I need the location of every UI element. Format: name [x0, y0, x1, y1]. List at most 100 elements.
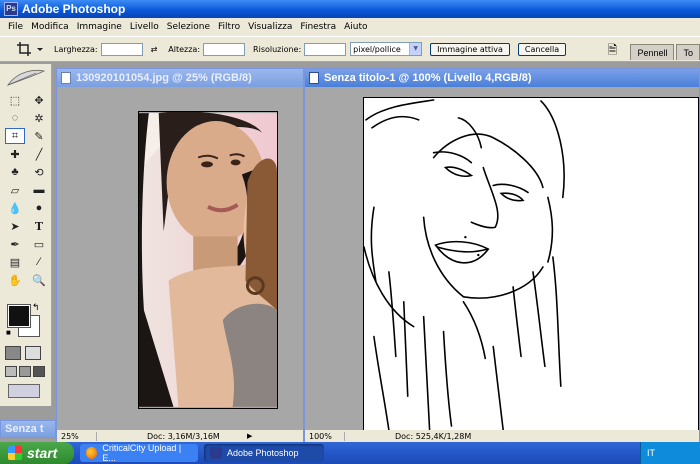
path-selection-tool-icon[interactable]: ➤ — [5, 218, 25, 234]
swap-icon[interactable]: ⇄ — [151, 45, 158, 54]
chevron-down-icon: ▼ — [409, 43, 422, 55]
slice-tool-icon[interactable]: ✎ — [29, 128, 49, 144]
drawing-window-titlebar[interactable]: Senza titolo-1 @ 100% (Livello 4,RGB/8) — [305, 69, 699, 87]
start-button[interactable]: start — [0, 442, 74, 464]
pen-tool-icon[interactable]: ✒ — [5, 236, 25, 252]
system-tray: IT — [640, 442, 700, 464]
hand-tool-icon[interactable]: ✋ — [5, 272, 25, 288]
gradient-tool-icon[interactable]: ▬ — [29, 182, 49, 198]
zoom-tool-icon[interactable]: 🔍 — [29, 272, 49, 288]
menu-modifica[interactable]: Modifica — [27, 22, 73, 32]
magic-wand-tool-icon[interactable]: ✲ — [29, 110, 49, 126]
type-tool-icon[interactable]: T — [29, 218, 49, 234]
drawing-status-bar: 100% Doc: 525,4K/1,28M — [305, 430, 699, 442]
photo-zoom-level[interactable]: 25% — [57, 431, 97, 441]
minimized-window[interactable]: Senza t — [0, 420, 56, 438]
palette-well-icon[interactable]: 🗎 — [602, 42, 622, 60]
menu-aiuto[interactable]: Aiuto — [340, 22, 371, 32]
adobe-feather-icon[interactable] — [0, 64, 51, 92]
taskbar-item-label: CriticalCity Upload | E... — [102, 443, 182, 463]
photo-canvas-area — [57, 87, 303, 430]
crop-tool-preset-icon[interactable] — [14, 39, 46, 59]
windows-flag-icon — [8, 446, 22, 460]
app-titlebar[interactable]: Ps Adobe Photoshop — [0, 0, 700, 18]
standard-mode-icon[interactable] — [5, 346, 21, 360]
notes-tool-icon[interactable]: ▤ — [5, 254, 25, 270]
photoshop-logo-icon: Ps — [4, 2, 18, 16]
width-input[interactable] — [100, 42, 143, 56]
width-label: Larghezza: — [54, 44, 98, 54]
photo-window-titlebar[interactable]: 130920101054.jpg @ 25% (RGB/8) — [57, 69, 303, 87]
menu-bar: File Modifica Immagine Livello Selezione… — [0, 18, 700, 36]
document-icon — [61, 72, 71, 84]
quick-mask-controls — [5, 346, 41, 360]
language-indicator[interactable]: IT — [647, 448, 655, 458]
palette-tab-brushes[interactable]: Pennell — [630, 44, 675, 60]
options-bar: Larghezza: ⇄ Altezza: Risoluzione: pixel… — [0, 36, 700, 62]
jump-to-imageready-icon[interactable] — [8, 384, 40, 398]
screen-mode-controls — [5, 366, 45, 377]
quick-mask-icon[interactable] — [25, 346, 41, 360]
taskbar-item-criticalcity[interactable]: CriticalCity Upload | E... — [80, 443, 198, 463]
menu-immagine[interactable]: Immagine — [73, 22, 126, 32]
drawing-document-window: Senza titolo-1 @ 100% (Livello 4,RGB/8) — [304, 68, 700, 443]
shape-tool-icon[interactable]: ▭ — [29, 236, 49, 252]
clone-stamp-tool-icon[interactable]: ♣ — [5, 164, 25, 180]
photo-canvas[interactable] — [138, 111, 278, 409]
dodge-tool-icon[interactable]: ● — [29, 200, 49, 216]
crop-tool-icon[interactable]: ⌗ — [5, 128, 25, 144]
drawing-window-title: Senza titolo-1 @ 100% (Livello 4,RGB/8) — [324, 72, 532, 84]
drawing-canvas-area — [305, 87, 699, 431]
status-arrow-icon[interactable]: ▶ — [247, 432, 252, 440]
foreground-color-swatch[interactable] — [7, 304, 31, 328]
healing-brush-tool-icon[interactable]: ✚ — [5, 146, 25, 162]
photo-status-bar: 25% Doc: 3,16M/3,16M ▶ — [57, 430, 303, 442]
marquee-tool-icon[interactable]: ⬚ — [5, 92, 25, 108]
palette-tab-tool-presets[interactable]: To — [676, 44, 700, 60]
menu-visualizza[interactable]: Visualizza — [244, 22, 296, 32]
menu-livello[interactable]: Livello — [126, 22, 163, 32]
brush-tool-icon[interactable]: ╱ — [29, 146, 49, 162]
menu-finestra[interactable]: Finestra — [296, 22, 340, 32]
resolution-unit-select[interactable]: pixel/pollice ▼ — [350, 42, 423, 56]
eraser-tool-icon[interactable]: ▱ — [5, 182, 25, 198]
resolution-unit-value: pixel/pollice — [353, 44, 401, 54]
front-image-button[interactable]: Immagine attiva — [430, 42, 510, 56]
photo-doc-info: Doc: 3,16M/3,16M — [147, 431, 220, 441]
resolution-label: Risoluzione: — [253, 44, 302, 54]
blur-tool-icon[interactable]: 💧 — [5, 200, 25, 216]
swap-colors-icon[interactable]: ↰ — [32, 302, 40, 313]
toolbox: ⬚ ✥ ◌ ✲ ⌗ ✎ ✚ ╱ ♣ ⟲ ▱ ▬ 💧 ● ➤ T ✒ ▭ ▤ ⁄ … — [0, 64, 52, 406]
photo-window-title: 130920101054.jpg @ 25% (RGB/8) — [76, 72, 252, 84]
photoshop-taskbar-icon — [210, 447, 222, 459]
height-input[interactable] — [203, 42, 246, 56]
document-icon — [309, 72, 319, 84]
drawing-doc-info: Doc: 525,4K/1,28M — [395, 431, 472, 441]
resolution-input[interactable] — [304, 42, 347, 56]
history-brush-tool-icon[interactable]: ⟲ — [29, 164, 49, 180]
drawing-zoom-level[interactable]: 100% — [305, 431, 345, 441]
lasso-tool-icon[interactable]: ◌ — [5, 110, 25, 126]
drawing-canvas[interactable] — [363, 97, 699, 431]
menu-filtro[interactable]: Filtro — [214, 22, 244, 32]
menu-selezione[interactable]: Selezione — [163, 22, 214, 32]
app-title: Adobe Photoshop — [22, 2, 126, 16]
full-screen-icon[interactable] — [33, 366, 45, 377]
windows-taskbar: start CriticalCity Upload | E... Adobe P… — [0, 442, 700, 464]
move-tool-icon[interactable]: ✥ — [29, 92, 49, 108]
taskbar-item-label: Adobe Photoshop — [227, 448, 299, 458]
palette-well: 🗎 Pennell To — [602, 38, 700, 60]
default-colors-icon[interactable]: ■ — [6, 328, 11, 337]
photoshop-app: Ps Adobe Photoshop File Modifica Immagin… — [0, 0, 700, 464]
start-label: start — [27, 445, 58, 461]
clear-button[interactable]: Cancella — [517, 42, 567, 56]
menu-file[interactable]: File — [4, 22, 27, 32]
standard-screen-icon[interactable] — [5, 366, 17, 377]
taskbar-item-photoshop[interactable]: Adobe Photoshop — [204, 444, 324, 462]
firefox-icon — [86, 447, 98, 459]
eyedropper-tool-icon[interactable]: ⁄ — [29, 254, 49, 270]
height-label: Altezza: — [168, 44, 201, 54]
full-screen-menu-icon[interactable] — [19, 366, 31, 377]
photo-document-window: 130920101054.jpg @ 25% (RGB/8) 25% Doc: … — [56, 68, 304, 443]
minimized-window-title: Senza t — [1, 421, 55, 437]
